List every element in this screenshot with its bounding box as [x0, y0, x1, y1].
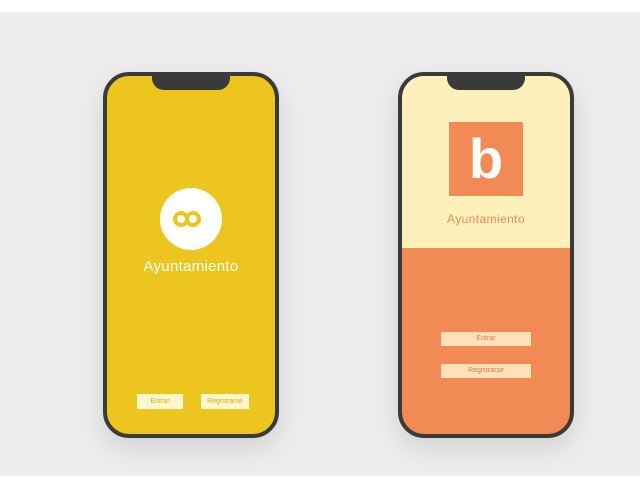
phone-mockup-orange: b Ayuntamiento Entrar Registrarse [398, 72, 574, 438]
logo-ring-right [185, 211, 201, 227]
register-button[interactable]: Registrarse [201, 394, 249, 409]
enter-button[interactable]: Entrar [441, 332, 531, 346]
app-name: Ayuntamiento [447, 212, 525, 226]
enter-button[interactable]: Entrar [137, 394, 183, 409]
top-band [0, 0, 640, 12]
bottom-band [0, 476, 640, 486]
double-circle-logo-icon [160, 188, 222, 250]
phone-notch [447, 76, 525, 90]
b-logo-icon: b [449, 122, 523, 196]
phone-notch [152, 76, 230, 90]
register-button[interactable]: Registrarse [441, 364, 531, 378]
app-name: Ayuntamiento [143, 258, 239, 275]
phone-mockup-yellow: Ayuntamiento Entrar Registrarse [103, 72, 279, 438]
